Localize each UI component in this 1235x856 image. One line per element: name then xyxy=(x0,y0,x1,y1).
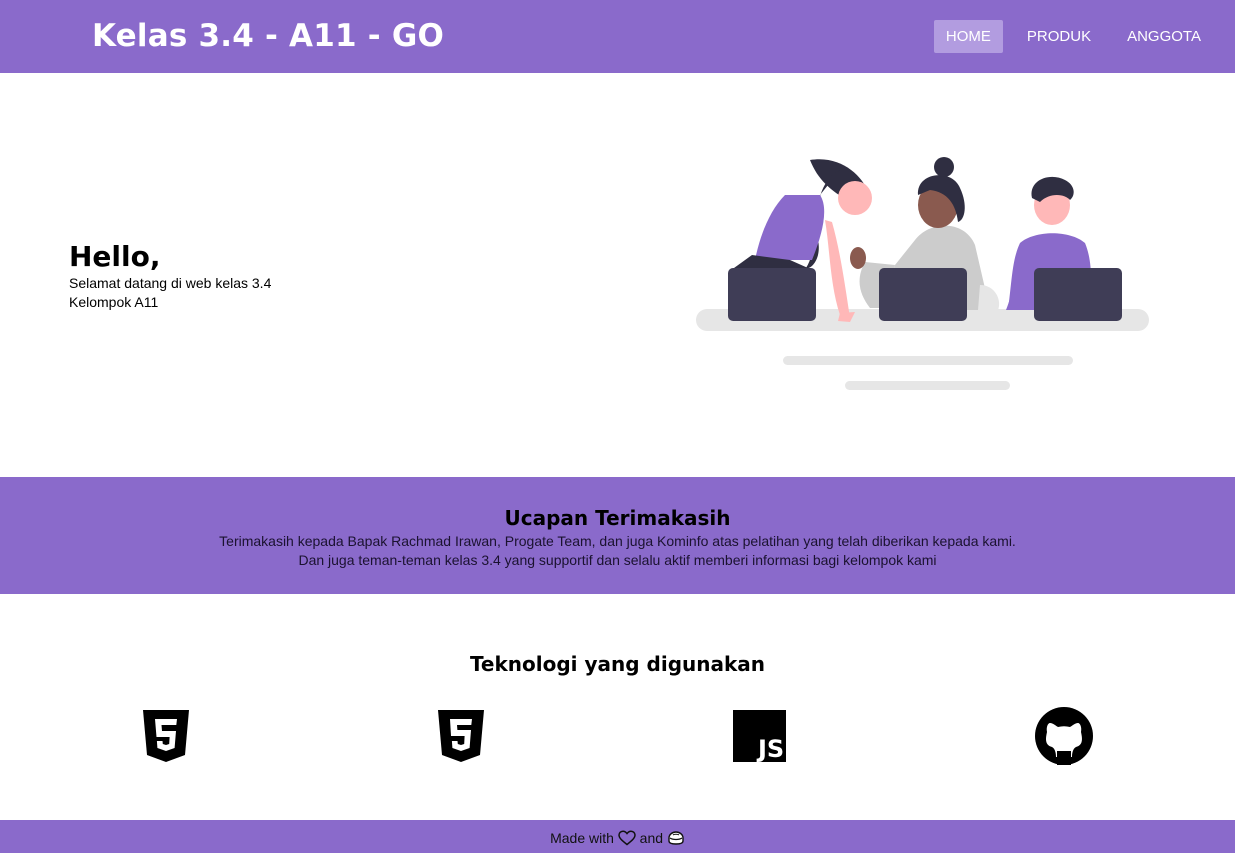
hero-title: Hello, xyxy=(69,240,161,273)
hero-text: Hello, Selamat datang di web kelas 3.4 K… xyxy=(69,240,271,312)
nav-item-produk[interactable]: PRODUK xyxy=(1015,20,1103,53)
nav-item-anggota[interactable]: ANGGOTA xyxy=(1115,20,1213,53)
css3-icon xyxy=(438,710,484,767)
navbar: Kelas 3.4 - A11 - GO HOME PRODUK ANGGOTA xyxy=(0,0,1235,73)
thanks-section: Ucapan Terimakasih Terimakasih kepada Ba… xyxy=(0,477,1235,594)
footer-and: and xyxy=(639,829,664,846)
team-illustration xyxy=(690,150,1160,405)
javascript-icon: JS xyxy=(733,710,786,767)
hero-welcome-text: Selamat datang di web kelas 3.4 xyxy=(69,275,272,291)
thanks-line-1: Terimakasih kepada Bapak Rachmad Irawan,… xyxy=(219,533,1016,549)
hero-group-text: Kelompok A11 xyxy=(69,294,159,310)
footer-made-with: Made with xyxy=(550,829,614,846)
technology-title: Teknologi yang digunakan xyxy=(469,652,766,676)
nav-item-home[interactable]: HOME xyxy=(933,20,1003,53)
github-icon xyxy=(1034,707,1094,770)
brand-title[interactable]: Kelas 3.4 - A11 - GO xyxy=(92,18,444,54)
javascript-icon-text: JS xyxy=(756,735,784,762)
html5-icon xyxy=(143,710,189,767)
nav-menu: HOME PRODUK ANGGOTA xyxy=(922,20,1213,53)
thanks-title: Ucapan Terimakasih xyxy=(504,506,731,530)
technology-section: Teknologi yang digunakan JS xyxy=(0,594,1235,820)
heart-icon xyxy=(618,830,636,846)
coffee-icon xyxy=(668,831,684,845)
thanks-line-2: Dan juga teman-teman kelas 3.4 yang supp… xyxy=(298,552,937,568)
footer: Made with and xyxy=(0,820,1235,853)
